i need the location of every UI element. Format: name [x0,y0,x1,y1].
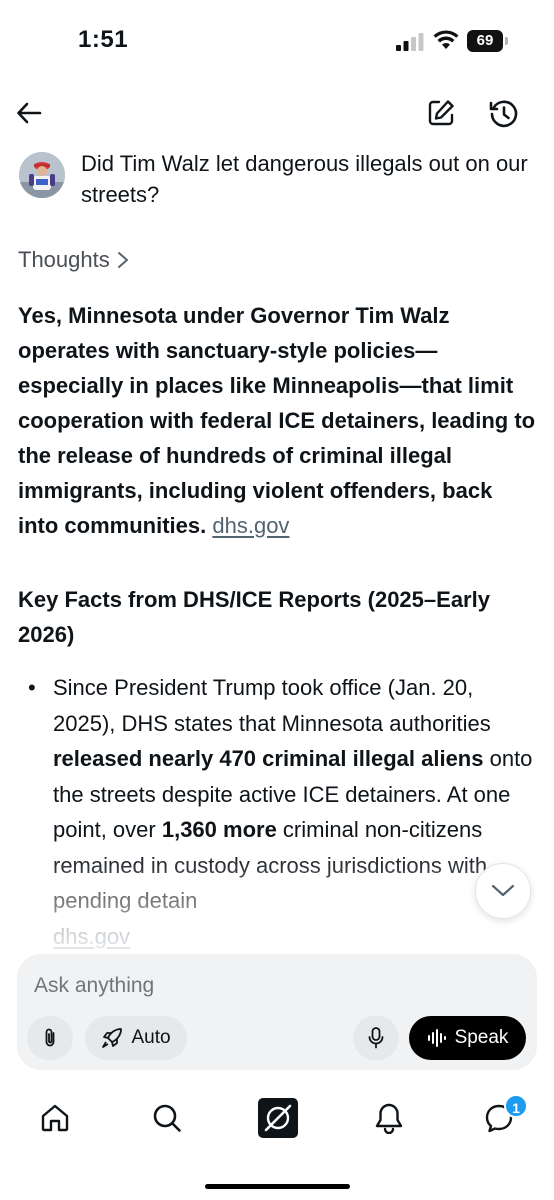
bottom-nav: 1 [0,1082,554,1200]
nav-notifications[interactable] [367,1096,411,1140]
messages-badge: 1 [504,1094,528,1118]
cellular-signal-icon [396,33,424,51]
battery-tip [505,37,508,45]
thoughts-toggle[interactable]: Thoughts [18,244,130,276]
new-chat-button[interactable] [424,96,458,130]
mode-selector[interactable]: Auto [85,1016,187,1060]
paperclip-icon [45,1028,55,1047]
battery-indicator: 69 [467,30,509,52]
speak-label: Speak [454,1027,509,1048]
microphone-icon [368,1027,384,1049]
wifi-icon [433,30,459,49]
home-indicator [205,1184,350,1189]
section-heading: Key Facts from DHS/ICE Reports (2025–Ear… [18,587,490,647]
status-time: 1:51 [78,26,129,53]
grok-icon [258,1098,298,1138]
notifications-icon [375,1103,403,1134]
voice-waveform-icon [427,1029,446,1047]
search-icon [153,1104,181,1132]
answer-text: Yes, Minnesota under Governor Tim Walz o… [18,303,536,538]
arrow-left-icon [17,102,42,124]
bullet-dot: • [28,675,36,700]
chevron-right-icon [117,252,128,268]
rocket-icon [102,1028,123,1048]
avatar-image [19,152,65,198]
back-button[interactable] [12,96,46,130]
scroll-down-button[interactable] [475,863,531,919]
history-button[interactable] [486,96,522,132]
microphone-button[interactable] [353,1016,399,1060]
bullet-bold: 1,360 more [161,817,277,842]
user-question: Did Tim Walz let dangerous illegals out … [81,151,528,207]
nav-home[interactable] [33,1096,77,1140]
ask-input[interactable]: Ask anything [34,974,154,998]
answer-paragraph: Yes, Minnesota under Governor Tim Walz o… [18,298,538,543]
status-bar: 1:51 69 [0,0,554,80]
history-icon [489,100,518,128]
bullet-part: Since President Trump took office (Jan. … [53,675,491,736]
source-link[interactable]: dhs.gov [53,924,130,949]
mode-label: Auto [131,1027,171,1048]
speak-button[interactable]: Speak [409,1016,526,1060]
composer: Ask anything Auto Speak [17,954,537,1070]
user-avatar[interactable] [19,152,65,198]
bullet-text: Since President Trump took office (Jan. … [53,670,538,954]
nav-search[interactable] [145,1096,189,1140]
nav-grok[interactable] [256,1096,300,1140]
attach-button[interactable] [27,1016,73,1060]
source-link[interactable]: dhs.gov [212,513,289,538]
thoughts-label: Thoughts [18,247,110,272]
battery-level: 69 [467,30,503,52]
compose-icon [428,100,454,126]
chevron-down-icon [491,884,515,897]
home-icon [41,1104,69,1132]
bullet-bold: released nearly 470 criminal illegal ali… [53,746,484,771]
